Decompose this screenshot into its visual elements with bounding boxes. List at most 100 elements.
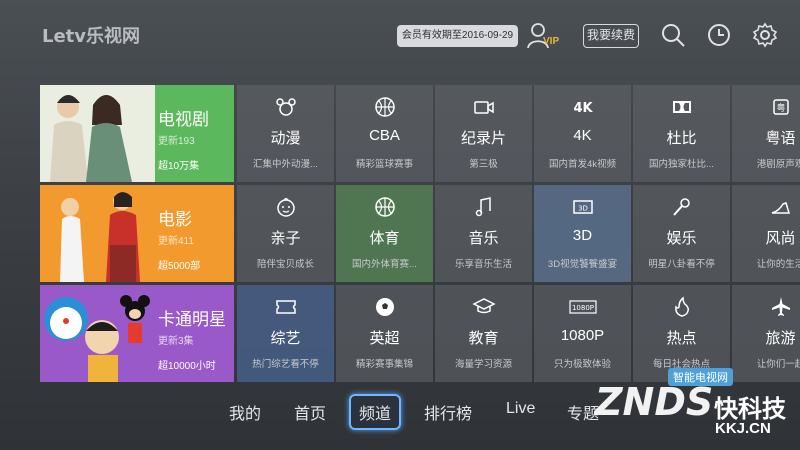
- basketball-icon: [374, 97, 395, 117]
- watermark-url: KKJ.CN: [715, 420, 771, 437]
- tile-name: 纪录片: [460, 130, 506, 147]
- svg-text:1080P: 1080P: [571, 304, 593, 312]
- nav-rankings[interactable]: 排行榜: [424, 400, 472, 424]
- mickey-icon: [275, 98, 296, 116]
- tile-desc: 海量学习资源: [454, 359, 512, 370]
- tile-cba[interactable]: CBA 精彩篮球赛事: [336, 85, 433, 182]
- high-heel-icon: [771, 202, 790, 214]
- tile-3d[interactable]: 3D 3D 3D视觉饕餮盛宴: [534, 185, 631, 282]
- soccer-icon: [375, 298, 394, 316]
- tile-name: 4K: [573, 127, 592, 144]
- nav-live[interactable]: Live: [506, 400, 535, 418]
- movie-poster: [40, 185, 155, 282]
- ball-icon: [374, 197, 395, 217]
- featured-cartoon[interactable]: 卡通明星 更新3集 超10000小时: [40, 285, 234, 382]
- tile-entertainment[interactable]: 娱乐 明星八卦看不停: [633, 185, 730, 282]
- tile-cantonese[interactable]: 粤 粤语 港剧原声观: [732, 85, 800, 182]
- microphone-icon: [672, 198, 690, 216]
- watermark-cn: 快科技: [714, 396, 786, 423]
- featured-update: 更新193: [158, 136, 195, 147]
- tile-name: 英超: [369, 330, 400, 347]
- tile-desc: 明星八卦看不停: [648, 259, 715, 270]
- featured-title: 电视剧: [158, 110, 209, 129]
- featured-movie[interactable]: 电影 更新411 超5000部: [40, 185, 234, 282]
- clock-icon[interactable]: [706, 22, 732, 48]
- airplane-icon: [771, 297, 790, 316]
- tile-name: 动漫: [270, 130, 301, 147]
- vip-label: VIP: [543, 36, 560, 47]
- flame-icon: [674, 296, 689, 317]
- tile-name: 风尚: [765, 230, 796, 247]
- letv-logo: Letv乐视网: [42, 26, 141, 47]
- tile-documentary[interactable]: 纪录片 第三极: [435, 85, 532, 182]
- nav-mine[interactable]: 我的: [229, 400, 261, 424]
- tile-desc: 乐享音乐生活: [454, 259, 512, 270]
- tile-desc: 精彩赛事集锦: [355, 359, 413, 370]
- tile-education[interactable]: 教育 海量学习资源: [435, 285, 532, 382]
- tile-fashion[interactable]: 风尚 让你的生活: [732, 185, 800, 282]
- featured-count: 超10000小时: [158, 361, 216, 372]
- featured-title: 卡通明星: [158, 310, 226, 329]
- tile-music[interactable]: 音乐 乐享音乐生活: [435, 185, 532, 282]
- svg-text:粤: 粤: [776, 102, 785, 114]
- graduation-cap-icon: [471, 298, 496, 314]
- tile-dolby[interactable]: 杜比 国内独家杜比...: [633, 85, 730, 182]
- featured-count: 超10万集: [158, 161, 200, 172]
- 3d-icon: 3D: [572, 200, 593, 214]
- svg-text:3D: 3D: [578, 205, 588, 213]
- featured-title: 电影: [158, 210, 192, 229]
- tile-name: 娱乐: [666, 230, 697, 247]
- tile-name: 亲子: [270, 230, 301, 247]
- tile-desc: 3D视觉饕餮盛宴: [547, 259, 618, 270]
- ticket-icon: [275, 300, 296, 314]
- renew-button[interactable]: 我要续费: [583, 24, 639, 48]
- top-bar: Letv乐视网 会员有效期至2016-09-29 VIP 我要续费: [0, 0, 800, 70]
- tile-variety[interactable]: 综艺 热门综艺看不停: [237, 285, 334, 382]
- nav-channels[interactable]: 频道: [349, 394, 402, 430]
- tile-sports[interactable]: 体育 国内外体育赛...: [336, 185, 433, 282]
- watermark: 智能电视网 ZNDS 快科技 KKJ.CN: [590, 360, 800, 450]
- tile-desc: 第三极: [469, 159, 498, 170]
- nav-home[interactable]: 首页: [294, 400, 326, 424]
- svg-text:4K: 4K: [573, 101, 593, 116]
- tile-desc: 陪伴宝贝成长: [256, 259, 314, 270]
- featured-update: 更新3集: [158, 336, 194, 347]
- tile-name: CBA: [369, 127, 400, 144]
- tv-series-poster: [40, 85, 155, 182]
- music-note-icon: [475, 197, 491, 217]
- search-icon[interactable]: [660, 22, 686, 48]
- channel-grid: 电视剧 更新193 超10万集 电影 更新411 超5000部 卡通明星 更新3…: [40, 85, 800, 383]
- 1080p-icon: 1080P: [568, 300, 597, 314]
- tile-name: 音乐: [468, 230, 499, 247]
- 4k-icon: 4K: [573, 101, 593, 116]
- tile-anime[interactable]: 动漫 汇集中外动漫...: [237, 85, 334, 182]
- cantonese-icon: 粤: [772, 99, 789, 115]
- tile-desc: 港剧原声观: [756, 159, 800, 170]
- tile-name: 1080P: [560, 327, 605, 344]
- tile-name: 旅游: [765, 330, 796, 347]
- tile-4k[interactable]: 4K 4K 国内首发4k视频: [534, 85, 631, 182]
- tile-name: 杜比: [666, 130, 697, 147]
- tile-premier-league[interactable]: 英超 精彩赛事集锦: [336, 285, 433, 382]
- watermark-brand: ZNDS: [595, 380, 714, 424]
- camera-icon: [473, 101, 494, 114]
- tile-desc: 汇集中外动漫...: [253, 159, 318, 170]
- tile-name: 热点: [666, 330, 697, 347]
- cartoon-poster: [40, 285, 155, 382]
- tile-name: 综艺: [270, 330, 301, 347]
- tile-name: 体育: [369, 230, 400, 247]
- tile-name: 粤语: [765, 130, 796, 147]
- gear-icon[interactable]: [752, 22, 778, 48]
- tile-desc: 让你的生活: [756, 259, 800, 270]
- featured-count: 超5000部: [158, 261, 201, 272]
- tile-desc: 精彩篮球赛事: [355, 159, 413, 170]
- tile-desc: 热门综艺看不停: [252, 359, 319, 370]
- featured-tv-series[interactable]: 电视剧 更新193 超10万集: [40, 85, 234, 182]
- tile-desc: 国内首发4k视频: [548, 159, 617, 170]
- baby-icon: [276, 197, 295, 217]
- dolby-icon: [672, 101, 691, 113]
- vip-expiry-badge: 会员有效期至2016-09-29: [397, 25, 518, 47]
- tile-name: 3D: [572, 227, 593, 244]
- tile-desc: 国内独家杜比...: [649, 159, 714, 170]
- tile-parenting[interactable]: 亲子 陪伴宝贝成长: [237, 185, 334, 282]
